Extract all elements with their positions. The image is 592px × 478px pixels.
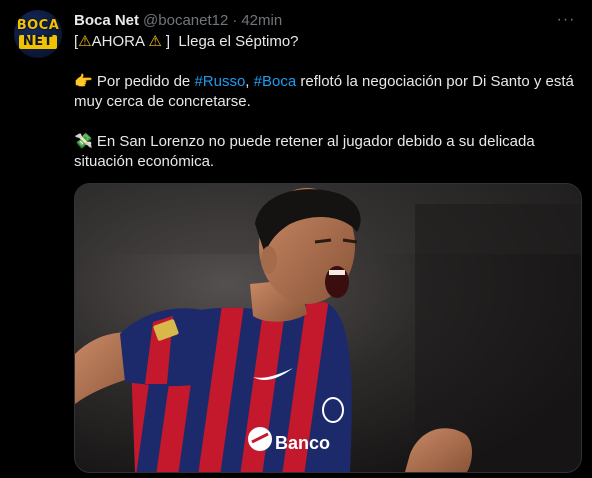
more-options-icon[interactable]: ··· <box>554 8 578 32</box>
para2-text-a: Por pedido de <box>92 73 195 90</box>
pointing-hand-icon: 👉 <box>74 72 93 90</box>
avatar-logo-line2: NET <box>18 35 58 49</box>
warning-icon: ⚠ <box>148 32 162 50</box>
hashtag-russo[interactable]: #Russo <box>194 73 245 90</box>
para2-comma: , <box>245 73 254 90</box>
tweet-paragraph-3: 💸 En San Lorenzo no puede retener al jug… <box>74 132 578 172</box>
author-name[interactable]: Boca Net <box>74 12 139 29</box>
player-photo: Banco <box>75 184 581 472</box>
warning-icon: ⚠ <box>78 32 92 50</box>
tweet[interactable]: BOCA NET Boca Net @bocanet12 · 42min ···… <box>0 0 592 478</box>
avatar[interactable]: BOCA NET <box>14 10 62 58</box>
tweet-media-image[interactable]: Banco <box>74 183 582 473</box>
line1-rest: ] Llega el Séptimo? <box>161 33 299 50</box>
ahora-text: AHORA <box>91 33 145 50</box>
shirt-sponsor-text: Banco <box>275 433 330 453</box>
tweet-header: Boca Net @bocanet12 · 42min <box>74 10 282 30</box>
para3-text: En San Lorenzo no puede retener al jugad… <box>74 133 535 170</box>
avatar-logo-line1: BOCA <box>16 18 60 33</box>
tweet-text: [⚠AHORA ⚠ ] Llega el Séptimo? 👉 Por pedi… <box>74 32 578 172</box>
separator: · <box>232 11 238 29</box>
tweet-line-1: [⚠AHORA ⚠ ] Llega el Séptimo? <box>74 32 578 52</box>
hashtag-boca[interactable]: #Boca <box>254 73 297 90</box>
author-handle[interactable]: @bocanet12 <box>143 12 228 29</box>
timestamp[interactable]: 42min <box>241 12 282 29</box>
tweet-paragraph-2: 👉 Por pedido de #Russo, #Boca reflotó la… <box>74 72 578 112</box>
money-with-wings-icon: 💸 <box>74 132 93 150</box>
